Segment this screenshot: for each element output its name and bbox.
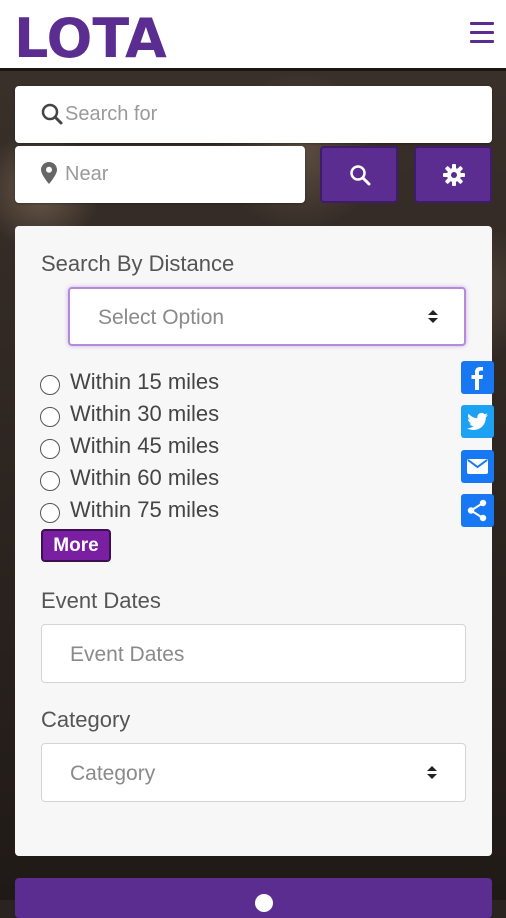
facebook-icon xyxy=(471,367,483,390)
distance-select[interactable]: Select Option xyxy=(68,287,466,346)
radio-label: Within 75 miles xyxy=(70,497,220,522)
radio-button[interactable] xyxy=(40,375,60,395)
distance-label: Search By Distance xyxy=(41,251,235,276)
lota-logo[interactable]: LOTA xyxy=(14,10,184,62)
event-dates-field[interactable]: Event Dates xyxy=(41,624,466,683)
share-icon xyxy=(467,499,487,522)
settings-button[interactable] xyxy=(414,146,492,203)
radio-button[interactable] xyxy=(40,407,60,427)
top-bar: LOTA xyxy=(0,0,506,71)
search-icon xyxy=(255,894,273,912)
twitter-share-button[interactable] xyxy=(461,405,494,438)
event-dates-placeholder: Event Dates xyxy=(70,643,185,666)
hamburger-icon[interactable] xyxy=(470,22,494,44)
more-button[interactable]: More xyxy=(41,529,111,562)
radio-button[interactable] xyxy=(40,503,60,523)
near-input[interactable]: Near xyxy=(15,146,305,203)
distance-select-value: Select Option xyxy=(98,306,225,329)
submit-search-button[interactable] xyxy=(15,878,492,918)
near-placeholder: Near xyxy=(65,163,109,185)
category-select[interactable]: Category xyxy=(41,743,466,802)
radio-label: Within 60 miles xyxy=(70,465,220,490)
share-button[interactable] xyxy=(461,494,494,527)
event-dates-label: Event Dates xyxy=(41,588,161,613)
logo-text: LOTA xyxy=(14,10,167,62)
category-select-value: Category xyxy=(70,762,156,785)
category-label: Category xyxy=(41,707,131,732)
email-icon xyxy=(467,459,488,474)
gear-icon xyxy=(443,164,465,186)
radio-button[interactable] xyxy=(40,439,60,459)
search-icon xyxy=(41,103,63,125)
map-pin-icon xyxy=(41,162,57,184)
search-button[interactable] xyxy=(320,146,398,203)
radio-label: Within 30 miles xyxy=(70,401,220,426)
facebook-share-button[interactable] xyxy=(461,361,494,394)
search-for-input[interactable]: Search for xyxy=(15,86,492,143)
radio-label: Within 45 miles xyxy=(70,433,220,458)
radio-button[interactable] xyxy=(40,471,60,491)
search-for-placeholder: Search for xyxy=(65,103,158,125)
radio-label: Within 15 miles xyxy=(70,369,220,394)
twitter-icon xyxy=(467,412,488,430)
search-icon xyxy=(350,165,371,186)
email-share-button[interactable] xyxy=(461,450,494,483)
